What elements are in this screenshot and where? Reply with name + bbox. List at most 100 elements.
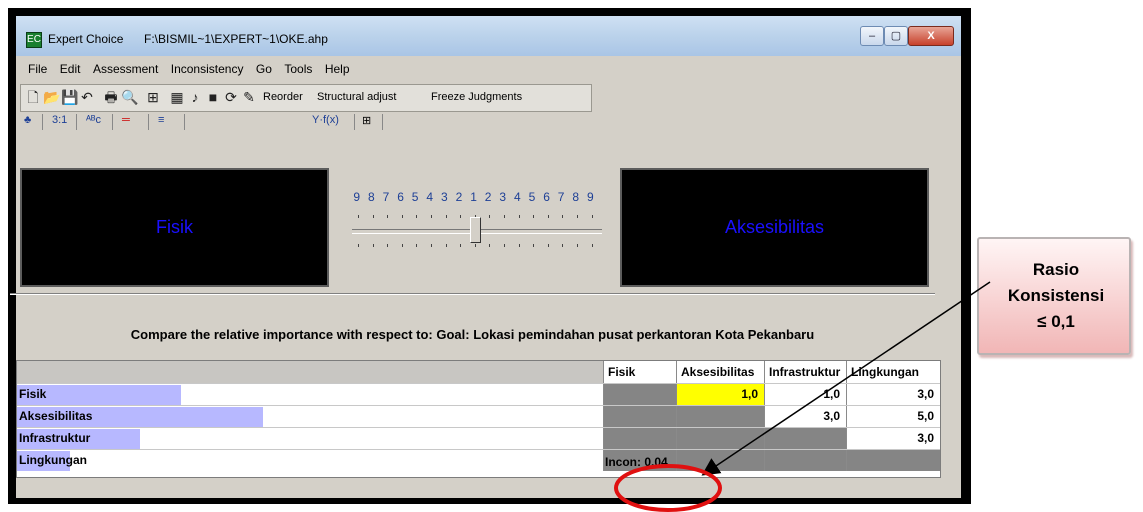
scale-number: 4 — [514, 190, 522, 204]
open-folder-icon[interactable]: 📂 — [43, 89, 60, 105]
scale-tick — [577, 215, 578, 218]
sound-icon[interactable]: ♪ — [187, 89, 203, 105]
col-header-infrastruktur[interactable]: Infrastruktur — [764, 361, 846, 383]
mode-tabs: ♣ 3:1 ᴬᴮᴄ ═ ≡ Y·f(x) ⊞ — [20, 112, 955, 134]
menu-file[interactable]: File — [28, 62, 47, 76]
callout-text: Rasio Konsistensi ≤ 0,1 — [979, 257, 1133, 335]
menu-help[interactable]: Help — [325, 62, 350, 76]
close-button[interactable]: X — [908, 26, 954, 46]
cell-fisik-aksesibilitas[interactable]: 1,0 — [676, 384, 764, 405]
menu-tools[interactable]: Tools — [284, 62, 312, 76]
scale-tick — [416, 244, 418, 247]
matrix-header-spacer — [17, 361, 603, 383]
save-icon[interactable]: 💾 — [61, 89, 78, 105]
right-element-box[interactable]: Aksesibilitas — [620, 168, 929, 287]
cell-fisik-infrastruktur[interactable]: 1,0 — [764, 384, 846, 405]
scale-tick — [504, 215, 505, 218]
menu-inconsistency[interactable]: Inconsistency — [171, 62, 244, 76]
scale-tick — [445, 244, 447, 247]
scale-number: 7 — [557, 190, 565, 204]
scale-number: 8 — [572, 190, 580, 204]
scale-tick — [387, 244, 389, 247]
scale-tick — [533, 215, 535, 218]
scale-tick — [547, 244, 549, 247]
col-header-lingkungan[interactable]: Lingkungan — [846, 361, 940, 383]
scale-tick — [518, 244, 520, 247]
cell-fisik-lingkungan[interactable]: 3,0 — [846, 384, 940, 405]
menu-bar: File Edit Assessment Inconsistency Go To… — [20, 60, 350, 82]
menu-go[interactable]: Go — [256, 62, 272, 76]
tab-separator — [148, 114, 149, 130]
tab-separator — [184, 114, 185, 130]
refresh-icon[interactable]: ⟳ — [223, 89, 239, 105]
menu-assessment[interactable]: Assessment — [93, 62, 158, 76]
print-preview-icon[interactable]: 🔍 — [121, 89, 138, 105]
structural-adjust-button[interactable]: Structural adjust — [317, 91, 396, 103]
scale-number: 3 — [499, 190, 507, 204]
scale-tick — [431, 215, 432, 218]
right-element-label: Aksesibilitas — [724, 217, 825, 237]
reorder-button[interactable]: Reorder — [263, 91, 303, 103]
slider-thumb[interactable] — [470, 217, 481, 243]
tab-separator — [76, 114, 77, 130]
scale-tick — [401, 244, 403, 247]
scale-number: 8 — [368, 190, 376, 204]
maximize-button[interactable]: ▢ — [884, 26, 908, 46]
magic-wand-icon[interactable]: ✎ — [241, 89, 257, 105]
new-file-icon[interactable]: 🗋 — [25, 89, 41, 105]
scale-tick — [358, 244, 359, 247]
tab-graphical[interactable]: ═ — [122, 114, 130, 126]
square-icon[interactable]: ■ — [205, 89, 221, 105]
tab-separator — [382, 114, 383, 130]
scale-tick — [533, 244, 535, 247]
cell-infrastruktur-aksesibilitas — [676, 428, 764, 449]
scale-number: 2 — [455, 190, 463, 204]
hierarchy-icon[interactable]: ⊞ — [145, 89, 161, 105]
scale-tick — [460, 244, 462, 247]
title-bar[interactable]: EC Expert Choice F:\BISMIL~1\EXPERT~1\OK… — [16, 16, 961, 56]
scale-tick — [358, 215, 359, 218]
menu-edit[interactable]: Edit — [60, 62, 81, 76]
calculator-icon[interactable]: ▦ — [169, 89, 185, 105]
scale-tick — [372, 215, 374, 218]
cell-infrastruktur-lingkungan[interactable]: 3,0 — [846, 428, 940, 449]
tab-questionnaire[interactable]: ≡ — [158, 114, 164, 126]
cell-aksesibilitas-lingkungan[interactable]: 5,0 — [846, 406, 940, 427]
panel-divider — [10, 293, 935, 295]
print-icon[interactable]: 🖶 — [103, 89, 119, 105]
cell-aksesibilitas-infrastruktur[interactable]: 3,0 — [764, 406, 846, 427]
matrix-row-lingkungan: Lingkungan — [17, 449, 940, 471]
scale-tick — [460, 215, 462, 218]
callout-line-3: ≤ 0,1 — [1037, 312, 1075, 331]
matrix-row-fisik: Fisik 1,0 1,0 3,0 — [17, 383, 940, 405]
scale-tick — [591, 244, 593, 247]
scale-number: 6 — [397, 190, 405, 204]
cell-fisik-fisik — [603, 384, 676, 405]
scale-tick — [474, 244, 476, 247]
left-element-box[interactable]: Fisik — [20, 168, 329, 287]
file-path: F:\BISMIL~1\EXPERT~1\OKE.ahp — [144, 32, 328, 46]
consistency-callout: Rasio Konsistensi ≤ 0,1 — [977, 237, 1131, 355]
cell-aksesibilitas-fisik — [603, 406, 676, 427]
scale-number: 4 — [426, 190, 434, 204]
tab-matrix[interactable]: ⊞ — [362, 114, 371, 127]
comparison-matrix: Fisik Aksesibilitas Infrastruktur Lingku… — [16, 360, 941, 478]
col-header-aksesibilitas[interactable]: Aksesibilitas — [676, 361, 764, 383]
minimize-button[interactable]: – — [860, 26, 884, 46]
tab-numerical[interactable]: 3:1 — [52, 114, 67, 126]
scale-tick — [401, 215, 403, 218]
scale-number: 5 — [528, 190, 536, 204]
scale-number: 6 — [543, 190, 551, 204]
scale-tick — [489, 244, 491, 247]
undo-icon[interactable]: ↶ — [79, 89, 95, 105]
tab-verbal[interactable]: ᴬᴮᴄ — [86, 114, 101, 126]
col-header-fisik[interactable]: Fisik — [603, 361, 676, 383]
tab-separator — [42, 114, 43, 130]
scale-tick — [372, 244, 374, 247]
tab-wizard[interactable]: ♣ — [24, 114, 31, 126]
comparison-prompt: Compare the relative importance with res… — [130, 327, 815, 342]
tab-formula[interactable]: Y·f(x) — [312, 114, 339, 126]
scale-number: 3 — [441, 190, 449, 204]
freeze-judgments-button[interactable]: Freeze Judgments — [431, 91, 522, 103]
scale-tick — [591, 215, 593, 218]
